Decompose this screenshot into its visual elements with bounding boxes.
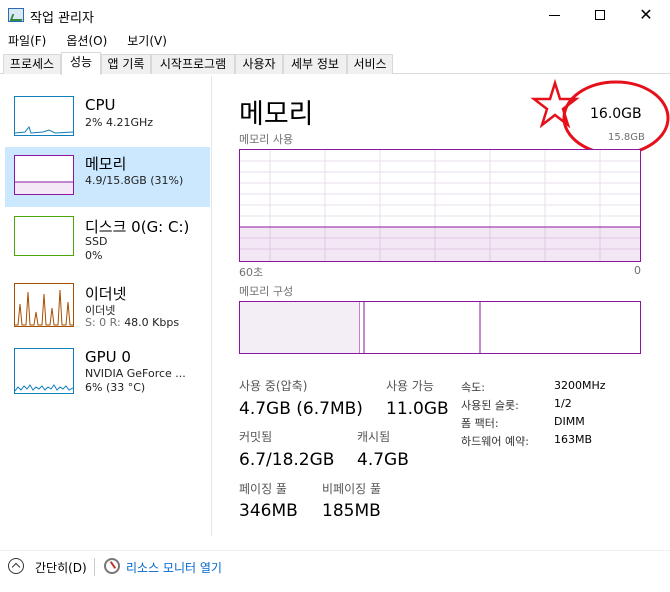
memory-usage-label: 메모리 사용 <box>239 133 294 146</box>
available-value: 11.0GB <box>386 399 449 419</box>
ethernet-title: 이더넷 <box>85 285 127 303</box>
disk-title: 디스크 0(G: C:) <box>85 218 190 236</box>
hardware-reserved-label: 하드웨어 예약: <box>461 435 529 448</box>
nonpaged-pool-label: 비페이징 풀 <box>322 482 382 496</box>
gpu-title: GPU 0 <box>85 348 131 366</box>
memory-composition-label: 메모리 구성 <box>239 285 294 298</box>
cached-value: 4.7GB <box>357 450 409 470</box>
in-use-label: 사용 중(압축) <box>239 379 308 393</box>
title-bar: 작업 관리자 ✕ <box>0 0 670 30</box>
chevron-up-icon[interactable] <box>8 558 24 574</box>
footer-divider <box>94 558 95 576</box>
sidebar-item-cpu[interactable]: CPU 2% 4.21GHz <box>5 94 210 154</box>
hardware-reserved-value: 163MB <box>554 433 593 446</box>
tab-processes[interactable]: 프로세스 <box>3 54 61 74</box>
memory-usage-graph <box>239 149 641 262</box>
memory-usage: 4.9/15.8GB (31%) <box>85 174 184 187</box>
minimize-button[interactable] <box>531 0 577 30</box>
speed-label: 속도: <box>461 381 485 394</box>
performance-sidebar: CPU 2% 4.21GHz 메모리 4.9/15.8GB (31%) 디스크 … <box>0 76 212 536</box>
fewer-details-button[interactable]: 간단히(D) <box>35 559 87 576</box>
ethernet-throughput: S: 0 R: 48.0 Kbps <box>85 316 179 329</box>
tab-app-history[interactable]: 앱 기록 <box>101 54 151 74</box>
sidebar-item-disk[interactable]: 디스크 0(G: C:) SSD 0% <box>5 214 210 274</box>
tab-bar: 프로세스 성능 앱 기록 시작프로그램 사용자 세부 정보 서비스 <box>0 52 670 75</box>
tab-details[interactable]: 세부 정보 <box>283 54 347 74</box>
page-title: 메모리 <box>239 99 314 130</box>
open-resource-monitor-link[interactable]: 리소스 모니터 열기 <box>126 559 222 576</box>
cpu-thumbnail-graph <box>14 96 74 136</box>
cached-label: 캐시됨 <box>357 430 391 444</box>
paged-pool-label: 페이징 풀 <box>239 482 287 496</box>
task-manager-icon <box>8 8 24 22</box>
composition-modified <box>360 302 364 353</box>
cpu-title: CPU <box>85 96 116 114</box>
maximize-icon <box>595 10 605 20</box>
paged-pool-value: 346MB <box>239 501 298 521</box>
footer: 간단히(D) 리소스 모니터 열기 <box>0 550 670 582</box>
gpu-name: NVIDIA GeForce ... <box>85 367 186 380</box>
tab-performance[interactable]: 성능 <box>61 52 101 75</box>
composition-in-use <box>240 302 360 353</box>
ethernet-receive-rate: 48.0 Kbps <box>124 316 180 329</box>
gpu-thumbnail-graph <box>14 348 74 394</box>
memory-composition-bar <box>239 301 641 354</box>
committed-label: 커밋됨 <box>239 430 273 444</box>
disk-thumbnail-graph <box>14 216 74 256</box>
maximize-button[interactable] <box>577 0 623 30</box>
axis-right-label: 0 <box>634 264 641 277</box>
close-button[interactable]: ✕ <box>623 0 669 30</box>
nonpaged-pool-value: 185MB <box>322 501 381 521</box>
tab-services[interactable]: 서비스 <box>347 54 393 74</box>
memory-thumbnail-graph <box>14 155 74 195</box>
axis-left-label: 60초 <box>239 266 264 279</box>
sidebar-item-ethernet[interactable]: 이더넷 이더넷 S: 0 R: 48.0 Kbps <box>5 281 210 341</box>
cpu-usage: 2% 4.21GHz <box>85 116 154 129</box>
sidebar-item-memory[interactable]: 메모리 4.9/15.8GB (31%) <box>5 147 210 207</box>
speed-value: 3200MHz <box>554 379 606 392</box>
cpu-thumbnail-svg <box>15 125 73 134</box>
close-icon: ✕ <box>639 5 653 24</box>
ethernet-send-receive-label: S: 0 R: <box>85 316 125 329</box>
resource-monitor-icon <box>104 558 120 574</box>
tab-users[interactable]: 사용자 <box>235 54 283 74</box>
tab-startup[interactable]: 시작프로그램 <box>151 54 235 74</box>
circle-annotation-icon <box>562 80 670 156</box>
menu-view[interactable]: 보기(V) <box>119 30 175 50</box>
memory-thumbnail-svg <box>15 181 73 194</box>
slots-used-value: 1/2 <box>554 397 572 410</box>
slots-used-label: 사용된 슬롯: <box>461 399 519 412</box>
window-title: 작업 관리자 <box>30 11 94 26</box>
gpu-usage: 6% (33 °C) <box>85 381 146 394</box>
form-factor-value: DIMM <box>554 415 585 428</box>
disk-usage: 0% <box>85 249 103 262</box>
form-factor-label: 폼 팩터: <box>461 417 499 430</box>
disk-type: SSD <box>85 235 108 248</box>
committed-value: 6.7/18.2GB <box>239 450 335 470</box>
menu-file[interactable]: 파일(F) <box>0 30 54 50</box>
gpu-thumbnail-svg <box>15 384 73 392</box>
memory-composition-svg <box>240 302 481 353</box>
memory-title: 메모리 <box>85 155 127 173</box>
ethernet-thumbnail-svg <box>15 289 73 326</box>
memory-usage-svg <box>240 150 640 261</box>
available-label: 사용 가능 <box>386 379 434 393</box>
memory-usage-area <box>240 227 640 261</box>
star-annotation-icon <box>530 78 580 129</box>
menu-bar: 파일(F) 옵션(O) 보기(V) <box>0 30 670 50</box>
minimize-icon <box>548 14 560 16</box>
menu-options[interactable]: 옵션(O) <box>58 30 115 50</box>
in-use-value: 4.7GB (6.7MB) <box>239 399 363 419</box>
sidebar-item-gpu[interactable]: GPU 0 NVIDIA GeForce ... 6% (33 °C) <box>5 346 210 406</box>
ethernet-thumbnail-graph <box>14 283 74 327</box>
